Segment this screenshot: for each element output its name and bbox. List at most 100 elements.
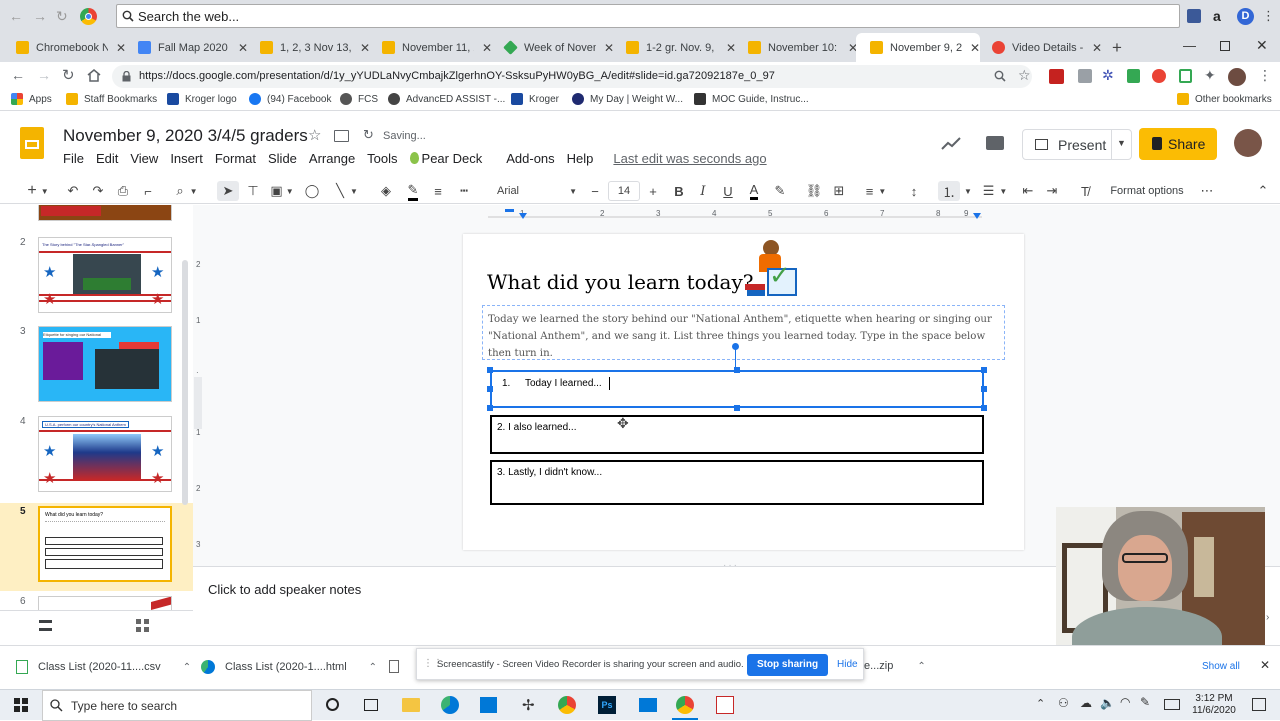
answer-box-1[interactable]: 1. Today I learned... xyxy=(490,370,984,408)
home-icon[interactable] xyxy=(87,69,101,82)
bookmark-fcs[interactable]: FCS xyxy=(340,93,378,105)
tab-week-of-nov[interactable]: Week of Novem ✕ xyxy=(490,33,614,62)
chevron-down-icon[interactable]: ▼ xyxy=(962,181,974,201)
menu-slide[interactable]: Slide xyxy=(268,151,297,166)
minimize-button[interactable]: — xyxy=(1183,38,1196,53)
bookmark-moc-guide[interactable]: MOC Guide, Instruc... xyxy=(694,93,809,105)
amazon-icon[interactable]: a xyxy=(1213,8,1221,24)
format-options-button[interactable]: Format options xyxy=(1104,181,1190,201)
tab-fall-map[interactable]: Fall Map 2020 - ✕ xyxy=(124,33,248,62)
task-view-icon[interactable] xyxy=(364,699,378,711)
slides-logo-icon[interactable] xyxy=(20,127,44,159)
chevron-up-icon[interactable]: ⌃ xyxy=(183,662,191,673)
select-cursor-icon[interactable]: ➤ xyxy=(217,181,239,201)
windows-start-icon[interactable] xyxy=(14,698,28,712)
bookmark-facebook[interactable]: (94) Facebook xyxy=(249,93,331,105)
person-icon[interactable]: ⚇ xyxy=(1058,696,1069,710)
answer-box-2[interactable]: 2. I also learned... xyxy=(490,415,984,454)
paint-format-icon[interactable]: ⌐ xyxy=(139,181,157,201)
present-button[interactable]: Present ▼ xyxy=(1022,129,1132,160)
tray-chevron-icon[interactable]: ⌃ xyxy=(1036,697,1045,710)
taskbar-search-input[interactable]: Type here to search xyxy=(42,690,312,721)
back-arrow-icon[interactable]: ← xyxy=(9,9,23,23)
download-item-html[interactable]: Class List (2020-1....html ⌃ xyxy=(201,660,377,674)
clock[interactable]: 3:12 PM 11/6/2020 xyxy=(1186,693,1242,717)
tab-video-details[interactable]: Video Details - S✕ xyxy=(978,33,1102,62)
resize-handle[interactable] xyxy=(981,405,987,411)
extension-green-icon[interactable] xyxy=(1127,69,1140,83)
image-icon[interactable]: ▣ ▼ xyxy=(268,181,296,201)
chevron-down-icon[interactable]: ▼ xyxy=(1117,138,1126,148)
bookmark-apps[interactable]: Apps xyxy=(11,93,52,105)
extension-gear-icon[interactable]: ✲ xyxy=(1102,67,1114,84)
link-icon[interactable]: ⛓ xyxy=(804,181,824,201)
extensions-puzzle-icon[interactable]: ✦ xyxy=(1204,67,1216,84)
menu-dots-icon[interactable]: ⋮ xyxy=(1262,8,1275,24)
store-icon[interactable] xyxy=(480,697,497,713)
chrome-active-icon[interactable] xyxy=(676,696,694,714)
stop-sharing-button[interactable]: Stop sharing xyxy=(747,654,828,676)
bold-icon[interactable]: B xyxy=(670,181,688,201)
zoom-icon[interactable] xyxy=(994,70,1006,82)
menu-tools[interactable]: Tools xyxy=(367,151,397,166)
print-icon[interactable]: ⎙ xyxy=(114,181,132,201)
file-explorer-icon[interactable] xyxy=(402,698,420,712)
menu-arrange[interactable]: Arrange xyxy=(309,151,355,166)
slide-thumbnail-6[interactable] xyxy=(38,596,172,610)
increase-indent-icon[interactable]: ⇥ xyxy=(1043,181,1061,201)
slide-title[interactable]: What did you learn today? xyxy=(487,270,753,294)
bookmark-star-icon[interactable]: ☆ xyxy=(1018,67,1031,84)
chevron-up-icon[interactable]: ⌃ xyxy=(369,662,377,673)
italic-icon[interactable]: I xyxy=(694,181,712,201)
chevron-right-icon[interactable]: › xyxy=(1266,612,1269,623)
mail-icon[interactable] xyxy=(639,698,657,712)
chrome-logo-icon[interactable] xyxy=(80,8,97,25)
star-icon[interactable]: ☆ xyxy=(308,126,321,144)
tab-nov-9-active[interactable]: November 9, 20 ✕ xyxy=(856,33,980,62)
slide-thumbnail-1[interactable] xyxy=(38,205,172,221)
answer-text-3[interactable]: 3. Lastly, I didn't know... xyxy=(497,467,602,478)
reload-icon[interactable]: ↻ xyxy=(56,9,70,23)
screencastify-extension-icon[interactable] xyxy=(1152,69,1166,83)
indent-marker-icon[interactable] xyxy=(505,209,514,212)
border-weight-icon[interactable]: ≡ xyxy=(429,181,447,201)
avatar[interactable] xyxy=(1234,129,1262,157)
current-slide[interactable]: What did you learn today? ✓ Today we lea… xyxy=(463,234,1024,550)
app-chart-icon[interactable] xyxy=(716,696,734,714)
filmstrip-scrollbar[interactable] xyxy=(182,260,188,505)
bookmark-kroger[interactable]: Kroger xyxy=(511,93,559,105)
wifi-icon[interactable]: ◠ xyxy=(1120,695,1130,709)
resize-handle[interactable] xyxy=(487,367,493,373)
forward-arrow-icon[interactable]: → xyxy=(33,9,47,23)
show-all-link[interactable]: Show all xyxy=(1202,661,1240,672)
border-dash-icon[interactable]: ┅ xyxy=(455,181,473,201)
chrome-taskbar-icon[interactable] xyxy=(558,696,576,714)
bulleted-list-icon[interactable]: ☰ ▼ xyxy=(980,181,1010,201)
menu-pear-deck[interactable]: Pear Deck xyxy=(409,151,495,166)
activity-trend-icon[interactable] xyxy=(941,137,961,151)
last-edit-link[interactable]: Last edit was seconds ago xyxy=(613,151,766,166)
rotate-handle[interactable] xyxy=(732,343,739,350)
more-options-icon[interactable]: ⋯ xyxy=(1198,181,1216,201)
tab-chromebook[interactable]: Chromebook Ne✕ xyxy=(2,33,126,62)
highlight-icon[interactable]: ✎ xyxy=(771,181,789,201)
close-downloads-icon[interactable]: ✕ xyxy=(1260,658,1270,672)
numbered-list-icon[interactable]: ⒈ xyxy=(938,181,960,201)
close-window-button[interactable]: ✕ xyxy=(1256,37,1268,54)
undo-icon[interactable]: ↶ xyxy=(64,181,82,201)
decrease-indent-icon[interactable]: ⇤ xyxy=(1019,181,1037,201)
tab-nov-11[interactable]: November 11, 2 ✕ xyxy=(368,33,492,62)
move-folder-icon[interactable] xyxy=(334,130,349,142)
grid-view-icon[interactable] xyxy=(136,619,149,632)
answer-text-2[interactable]: 2. I also learned... xyxy=(497,422,577,433)
forward-icon[interactable]: → xyxy=(37,67,51,83)
menu-format[interactable]: Format xyxy=(215,151,256,166)
zoom-icon[interactable]: ⌕ ▼ xyxy=(170,181,204,201)
browser-menu-icon[interactable]: ⋮ xyxy=(1258,67,1272,84)
menu-addons[interactable]: Add-ons xyxy=(506,151,554,166)
redo-icon[interactable]: ↷ xyxy=(89,181,107,201)
webcam-overlay[interactable] xyxy=(1056,507,1265,662)
edge-icon[interactable] xyxy=(441,696,459,714)
align-icon[interactable]: ≡ ▼ xyxy=(860,181,892,201)
avatar[interactable] xyxy=(1228,68,1246,86)
